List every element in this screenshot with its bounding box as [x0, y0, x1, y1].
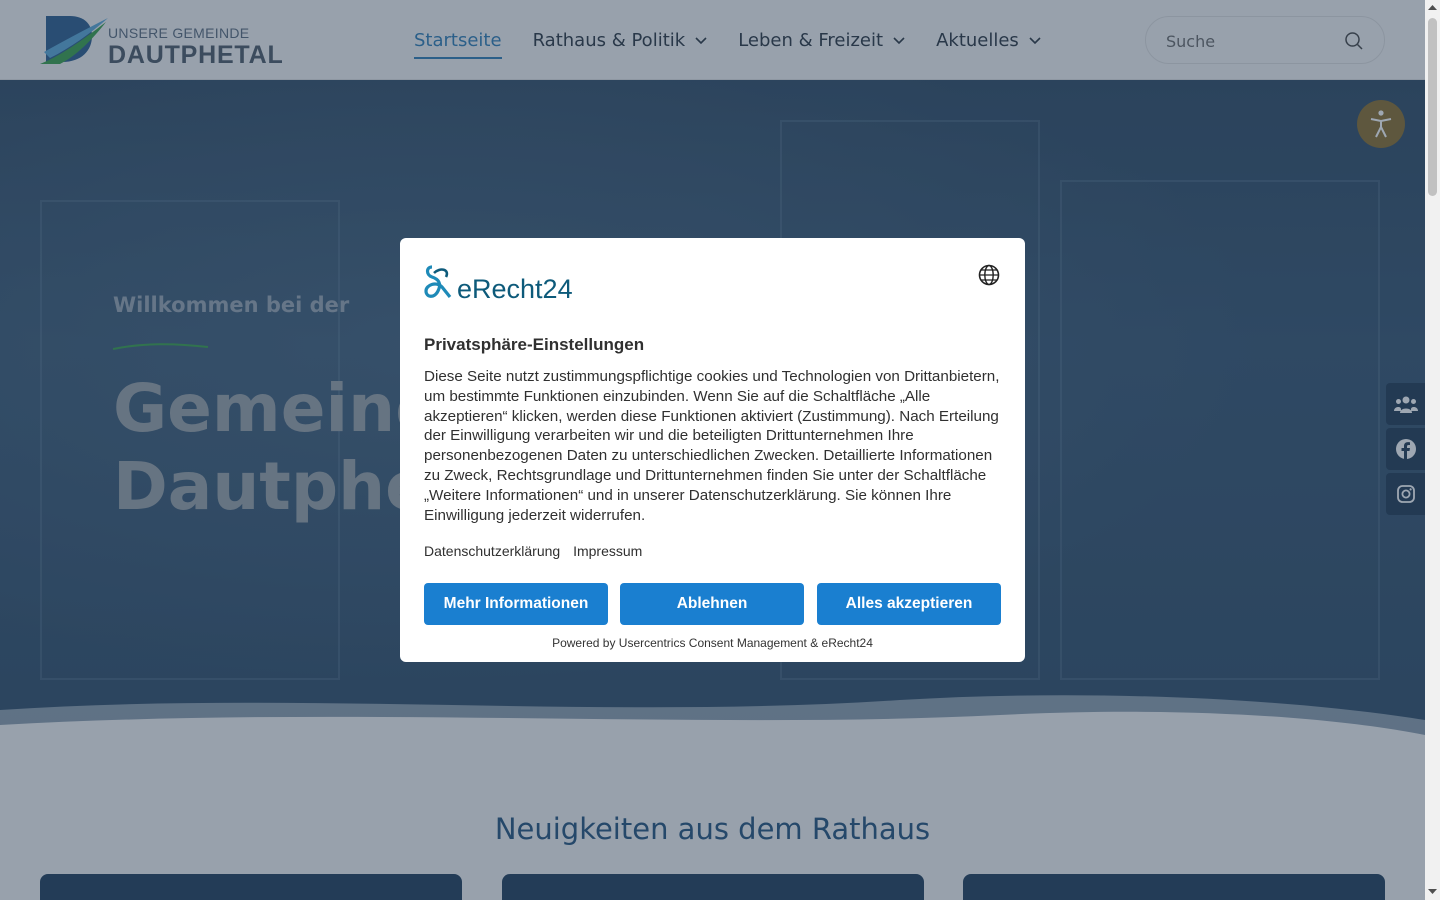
erecht24-logo-icon: eRecht24: [424, 265, 573, 304]
consent-body: Diese Seite nutzt zustimmungspflichtige …: [424, 368, 1000, 524]
more-info-button[interactable]: Mehr Informationen: [424, 583, 608, 625]
scroll-thumb[interactable]: [1428, 18, 1437, 196]
consent-links: Datenschutzerklärung Impressum: [424, 543, 651, 559]
consent-heading: Privatsphäre-Einstellungen: [424, 335, 645, 354]
erecht24-logo-text: eRecht24: [457, 274, 573, 303]
decline-button[interactable]: Ablehnen: [620, 583, 804, 625]
accept-all-button[interactable]: Alles akzeptieren: [817, 583, 1001, 625]
consent-dialog: eRecht24 Privatsphäre-Einstellungen Dies…: [400, 238, 1025, 662]
scroll-up-icon[interactable]: [1428, 3, 1437, 13]
globe-icon[interactable]: [978, 264, 1000, 286]
erecht24-logo: eRecht24: [424, 263, 586, 304]
privacy-policy-link[interactable]: Datenschutzerklärung: [424, 543, 560, 559]
imprint-link[interactable]: Impressum: [573, 543, 642, 559]
powered-by-note: Powered by Usercentrics Consent Manageme…: [552, 636, 873, 650]
page-scrollbar[interactable]: [1425, 0, 1440, 900]
scroll-down-icon[interactable]: [1428, 886, 1437, 896]
